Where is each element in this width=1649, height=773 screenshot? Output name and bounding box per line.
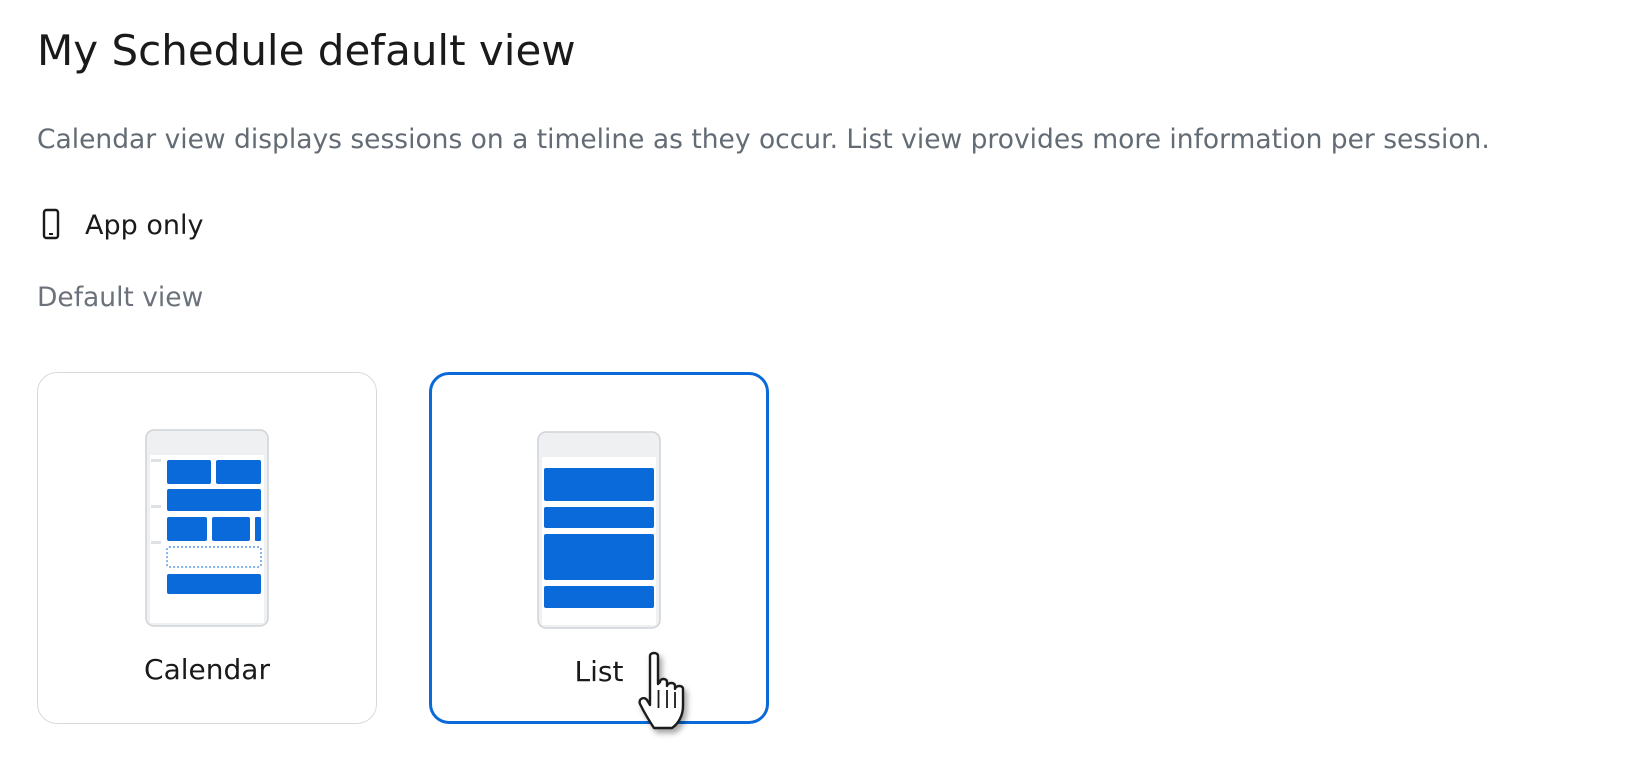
calendar-view-illustration (145, 429, 269, 627)
page-description: Calendar view displays sessions on a tim… (37, 124, 1490, 155)
list-view-option[interactable]: List (429, 372, 769, 724)
default-view-label: Default view (37, 282, 204, 313)
calendar-view-option[interactable]: Calendar (37, 372, 377, 724)
mobile-phone-icon (42, 208, 60, 240)
calendar-option-label: Calendar (144, 653, 270, 686)
app-only-label: App only (85, 209, 204, 241)
page-title: My Schedule default view (37, 26, 576, 75)
app-only-indicator: App only (37, 208, 203, 242)
list-view-illustration (537, 431, 661, 629)
list-option-label: List (574, 655, 624, 688)
